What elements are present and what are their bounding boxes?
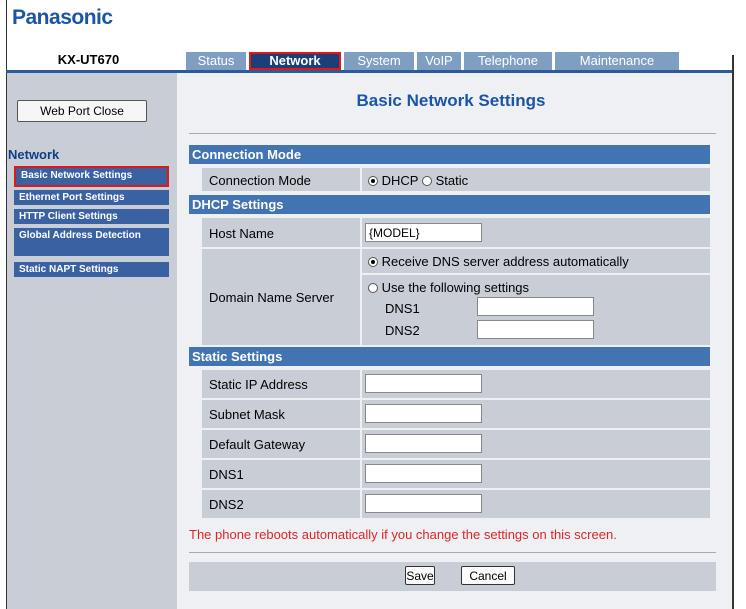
label-cell: Static IP Address: [202, 370, 360, 398]
value-cell: [362, 400, 710, 428]
static-radio[interactable]: [422, 176, 432, 186]
footer-divider: [189, 552, 716, 553]
domain-name-server-label: Domain Name Server: [209, 290, 334, 305]
section-header-static-settings: Static Settings: [189, 347, 710, 366]
static-ip-address-label: Static IP Address: [209, 377, 308, 392]
footer-bar: [189, 562, 716, 591]
label-cell: Subnet Mask: [202, 400, 360, 428]
static-option[interactable]: Static: [422, 173, 468, 188]
value-cell: Receive DNS server address automatically: [362, 249, 710, 273]
static-dns2-label: DNS2: [209, 497, 244, 512]
static-dns1-input[interactable]: [365, 464, 482, 483]
save-button[interactable]: Save: [405, 566, 435, 585]
sidebar-heading: Network: [8, 147, 60, 162]
value-cell: [362, 490, 710, 518]
section-header-connection-mode: Connection Mode: [189, 145, 710, 164]
label-cell: Connection Mode: [202, 168, 360, 191]
dns-auto-label: Receive DNS server address automatically: [381, 254, 629, 269]
value-cell: [362, 370, 710, 398]
dns-auto-radio[interactable]: [368, 257, 378, 267]
host-name-label: Host Name: [209, 226, 275, 241]
label-cell: Host Name: [202, 218, 360, 247]
brand-logo: Panasonic: [12, 6, 113, 29]
static-radio-label: Static: [435, 173, 469, 188]
static-ip-address-input[interactable]: [365, 374, 482, 393]
cancel-button[interactable]: Cancel: [461, 566, 515, 585]
tab-network[interactable]: Network: [249, 52, 341, 70]
tab-voip[interactable]: VoIP: [417, 52, 461, 70]
right-border: [732, 55, 734, 609]
default-gateway-label: Default Gateway: [209, 437, 306, 452]
sidebar-item-static-napt-settings[interactable]: Static NAPT Settings: [14, 262, 169, 277]
default-gateway-input[interactable]: [365, 434, 482, 453]
connection-mode-label: Connection Mode: [209, 173, 311, 188]
section-header-dhcp-settings: DHCP Settings: [189, 195, 710, 214]
page-title: Basic Network Settings: [356, 91, 546, 110]
dhcp-dns2-label: DNS2: [385, 323, 420, 338]
model-label: KX-UT670: [57, 52, 120, 67]
value-cell: [362, 218, 710, 247]
sidebar-item-global-address-detection[interactable]: Global Address Detection: [14, 228, 169, 256]
dns-manual-label: Use the following settings: [381, 280, 530, 295]
label-cell: DNS1: [202, 460, 360, 488]
top-tab-bar: Status Network System VoIP Telephone Mai…: [186, 52, 682, 70]
dhcp-radio-label: DHCP: [381, 173, 419, 188]
dhcp-option[interactable]: DHCP: [368, 173, 418, 188]
static-dns2-input[interactable]: [365, 494, 482, 513]
dhcp-dns1-input[interactable]: [477, 297, 594, 316]
dns-auto-option[interactable]: Receive DNS server address automatically: [368, 254, 629, 269]
value-cell: [362, 460, 710, 488]
web-port-close-button[interactable]: Web Port Close: [17, 100, 147, 122]
title-divider: [189, 133, 716, 134]
tab-maintenance[interactable]: Maintenance: [555, 52, 679, 70]
label-cell: DNS2: [202, 490, 360, 518]
sidebar-item-http-client-settings[interactable]: HTTP Client Settings: [14, 209, 169, 224]
sidebar-item-basic-network-settings[interactable]: Basic Network Settings: [14, 166, 169, 187]
subnet-mask-input[interactable]: [365, 404, 482, 423]
tab-status[interactable]: Status: [186, 52, 246, 70]
dhcp-dns1-label: DNS1: [385, 301, 420, 316]
value-cell: [362, 430, 710, 458]
host-name-input[interactable]: [365, 223, 482, 242]
value-cell: DHCP Static: [362, 168, 710, 191]
page: Panasonic KX-UT670 Status Network System…: [0, 0, 746, 609]
sidebar-item-ethernet-port-settings[interactable]: Ethernet Port Settings: [14, 190, 169, 205]
tab-telephone[interactable]: Telephone: [464, 52, 552, 70]
dhcp-dns2-input[interactable]: [477, 320, 594, 339]
dns-manual-radio[interactable]: [368, 283, 378, 293]
dns-manual-option[interactable]: Use the following settings: [368, 280, 529, 295]
subnet-mask-label: Subnet Mask: [209, 407, 285, 422]
reboot-warning: The phone reboots automatically if you c…: [189, 527, 617, 542]
tab-system[interactable]: System: [344, 52, 414, 70]
label-cell: Default Gateway: [202, 430, 360, 458]
static-dns1-label: DNS1: [209, 467, 244, 482]
value-cell: Use the following settings DNS1 DNS2: [362, 275, 710, 345]
dhcp-radio[interactable]: [368, 176, 378, 186]
label-cell: Domain Name Server: [202, 249, 360, 345]
